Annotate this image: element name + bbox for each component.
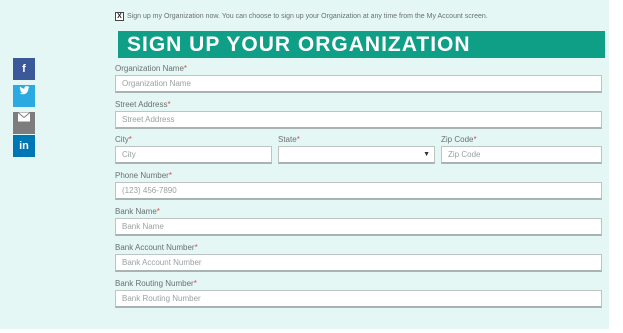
required-mark: * (168, 171, 172, 180)
twitter-icon (18, 86, 30, 95)
required-mark: * (128, 135, 132, 144)
city-state-zip-row: City* State* ▼ Zip Code* (115, 135, 605, 164)
city-field: City* (115, 135, 272, 164)
city-input[interactable] (115, 146, 272, 164)
zip-label: Zip Code* (441, 135, 477, 144)
email-share-button[interactable] (13, 112, 35, 134)
form-banner-title: SIGN UP YOUR ORGANIZATION (118, 31, 605, 58)
social-share-bar: f in (13, 58, 35, 158)
state-select[interactable]: ▼ (278, 146, 435, 164)
required-mark: * (194, 243, 198, 252)
required-mark: * (167, 100, 171, 109)
bank-routing-input[interactable] (115, 290, 602, 308)
phone-input[interactable] (115, 182, 602, 200)
state-field: State* ▼ (278, 135, 435, 164)
required-mark: * (183, 64, 188, 73)
org-name-label: Organization Name* (115, 64, 188, 73)
signup-now-label: Sign up my Organization now. You can cho… (127, 12, 488, 20)
linkedin-share-button[interactable]: in (13, 135, 35, 157)
bank-account-input[interactable] (115, 254, 602, 272)
street-address-label: Street Address* (115, 100, 171, 109)
phone-label: Phone Number* (115, 171, 172, 180)
zip-field: Zip Code* (441, 135, 602, 164)
twitter-share-button[interactable] (13, 85, 35, 107)
org-name-input[interactable] (115, 75, 602, 93)
email-icon (18, 112, 30, 122)
bank-routing-label: Bank Routing Number* (115, 279, 197, 288)
state-label: State* (278, 135, 300, 144)
required-mark: * (193, 279, 197, 288)
signup-organization-form: X Sign up my Organization now. You can c… (115, 10, 605, 308)
city-label: City* (115, 135, 132, 144)
bank-name-input[interactable] (115, 218, 602, 236)
zip-input[interactable] (441, 146, 602, 164)
bank-name-label: Bank Name* (115, 207, 160, 216)
required-mark: * (296, 135, 300, 144)
linkedin-icon: in (19, 140, 29, 152)
signup-now-toggle: X Sign up my Organization now. You can c… (115, 10, 605, 22)
required-mark: * (473, 135, 477, 144)
page-edge-bottom (0, 329, 623, 333)
required-mark: * (156, 207, 160, 216)
street-address-input[interactable] (115, 111, 602, 129)
facebook-share-button[interactable]: f (13, 58, 35, 80)
bank-account-label: Bank Account Number* (115, 243, 198, 252)
dropdown-caret-icon: ▼ (423, 151, 430, 158)
page-edge-right (609, 0, 623, 333)
facebook-icon: f (22, 63, 26, 75)
signup-now-checkbox[interactable]: X (115, 11, 124, 21)
